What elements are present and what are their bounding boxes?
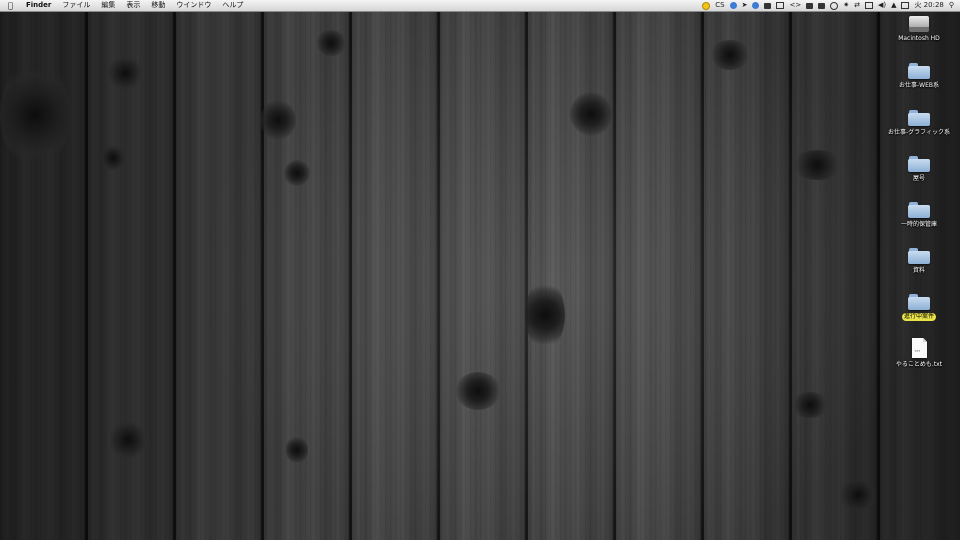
clock-display[interactable]: 火 20:28: [914, 0, 943, 11]
wood-knot: [316, 30, 346, 56]
desktop-item-label: 屋号: [912, 175, 925, 182]
desktop-folder-yago[interactable]: 屋号: [879, 156, 959, 183]
wood-knot: [260, 100, 296, 140]
file-type-badge: TXT: [914, 349, 921, 353]
menu-window[interactable]: ウインドウ: [176, 0, 211, 11]
wood-knot: [838, 480, 878, 510]
code-brackets-icon[interactable]: <>: [789, 0, 801, 11]
spotlight-search-icon[interactable]: ⚲: [949, 0, 954, 11]
cursor-arrow-icon[interactable]: ➤: [742, 0, 748, 11]
wood-knot: [110, 420, 146, 460]
desktop-item-label: 一時的保管庫: [900, 221, 937, 228]
wood-knot: [100, 145, 126, 171]
status-calendar-icon[interactable]: [818, 2, 826, 9]
desktop-folder-work-web[interactable]: お仕事-WEB系: [879, 63, 959, 90]
desktop-item-label: Macintosh HD: [898, 35, 940, 42]
wood-knot: [710, 40, 750, 70]
status-globe-icon[interactable]: [729, 2, 737, 9]
menu-view[interactable]: 表示: [126, 0, 140, 11]
desktop-folder-materials[interactable]: 資料: [879, 248, 959, 275]
desktop-folder-in-progress[interactable]: 進行中案件: [879, 294, 959, 321]
folder-icon: [908, 63, 930, 79]
wood-knot: [108, 56, 142, 90]
volume-icon[interactable]: ◀): [878, 0, 886, 11]
desktop-folder-work-graphic[interactable]: お仕事-グラフィック系: [879, 110, 959, 137]
menu-app-finder[interactable]: Finder: [26, 0, 51, 11]
folder-icon: [908, 248, 930, 264]
wood-knot: [525, 280, 565, 350]
status-menus: CS ➤ <> ✷ ⇄ ◀) ▲ 火 20:28 ⚲: [697, 0, 960, 11]
wood-knot: [455, 372, 501, 410]
wood-knot: [284, 160, 310, 186]
text-file-icon: TXT: [911, 338, 927, 358]
battery-icon[interactable]: [901, 2, 910, 9]
menu-edit[interactable]: 編集: [101, 0, 115, 11]
status-gear-icon[interactable]: [752, 2, 760, 9]
menu-bar:  Finder ファイル 編集 表示 移動 ウインドウ ヘルプ CS ➤ <>…: [0, 0, 960, 12]
desktop-item-label: 資料: [912, 267, 925, 274]
creative-suite-status[interactable]: CS: [715, 0, 724, 11]
apple-menu-icon[interactable]: : [8, 0, 18, 11]
folder-icon: [908, 156, 930, 172]
wood-knot: [286, 436, 308, 464]
menu-go[interactable]: 移動: [151, 0, 165, 11]
time-machine-icon[interactable]: [830, 1, 839, 10]
menu-help[interactable]: ヘルプ: [222, 0, 243, 11]
wood-grain-overlay: [0, 0, 960, 540]
desktop-item-macintosh-hd[interactable]: Macintosh HD: [879, 16, 959, 43]
desktop-file-todo-memo[interactable]: TXT やることめも.txt: [879, 338, 959, 369]
wifi-icon[interactable]: ▲: [891, 0, 896, 11]
status-printer-icon[interactable]: [776, 2, 785, 9]
status-box-icon[interactable]: [764, 2, 772, 9]
folder-icon: [908, 202, 930, 218]
wood-knot: [570, 92, 612, 136]
menu-file[interactable]: ファイル: [62, 0, 90, 11]
desktop-item-label: やることめも.txt: [895, 361, 943, 368]
wood-knot: [0, 60, 70, 170]
folder-icon: [908, 294, 930, 310]
hard-drive-icon: [909, 16, 929, 32]
desktop-item-label: お仕事-WEB系: [898, 82, 939, 89]
desktop-item-label-highlighted: 進行中案件: [901, 313, 936, 321]
sync-icon[interactable]: ⇄: [854, 0, 860, 11]
desktop-folder-temporary-storage[interactable]: 一時的保管庫: [879, 202, 959, 229]
status-window-icon[interactable]: [806, 2, 814, 9]
folder-icon: [908, 110, 930, 126]
status-app-icon[interactable]: [702, 1, 711, 10]
wood-knot: [792, 150, 842, 180]
bluetooth-icon[interactable]: ✷: [843, 0, 849, 11]
desktop-item-label: お仕事-グラフィック系: [887, 129, 951, 136]
wood-knot: [792, 392, 828, 418]
display-icon[interactable]: [864, 2, 873, 9]
